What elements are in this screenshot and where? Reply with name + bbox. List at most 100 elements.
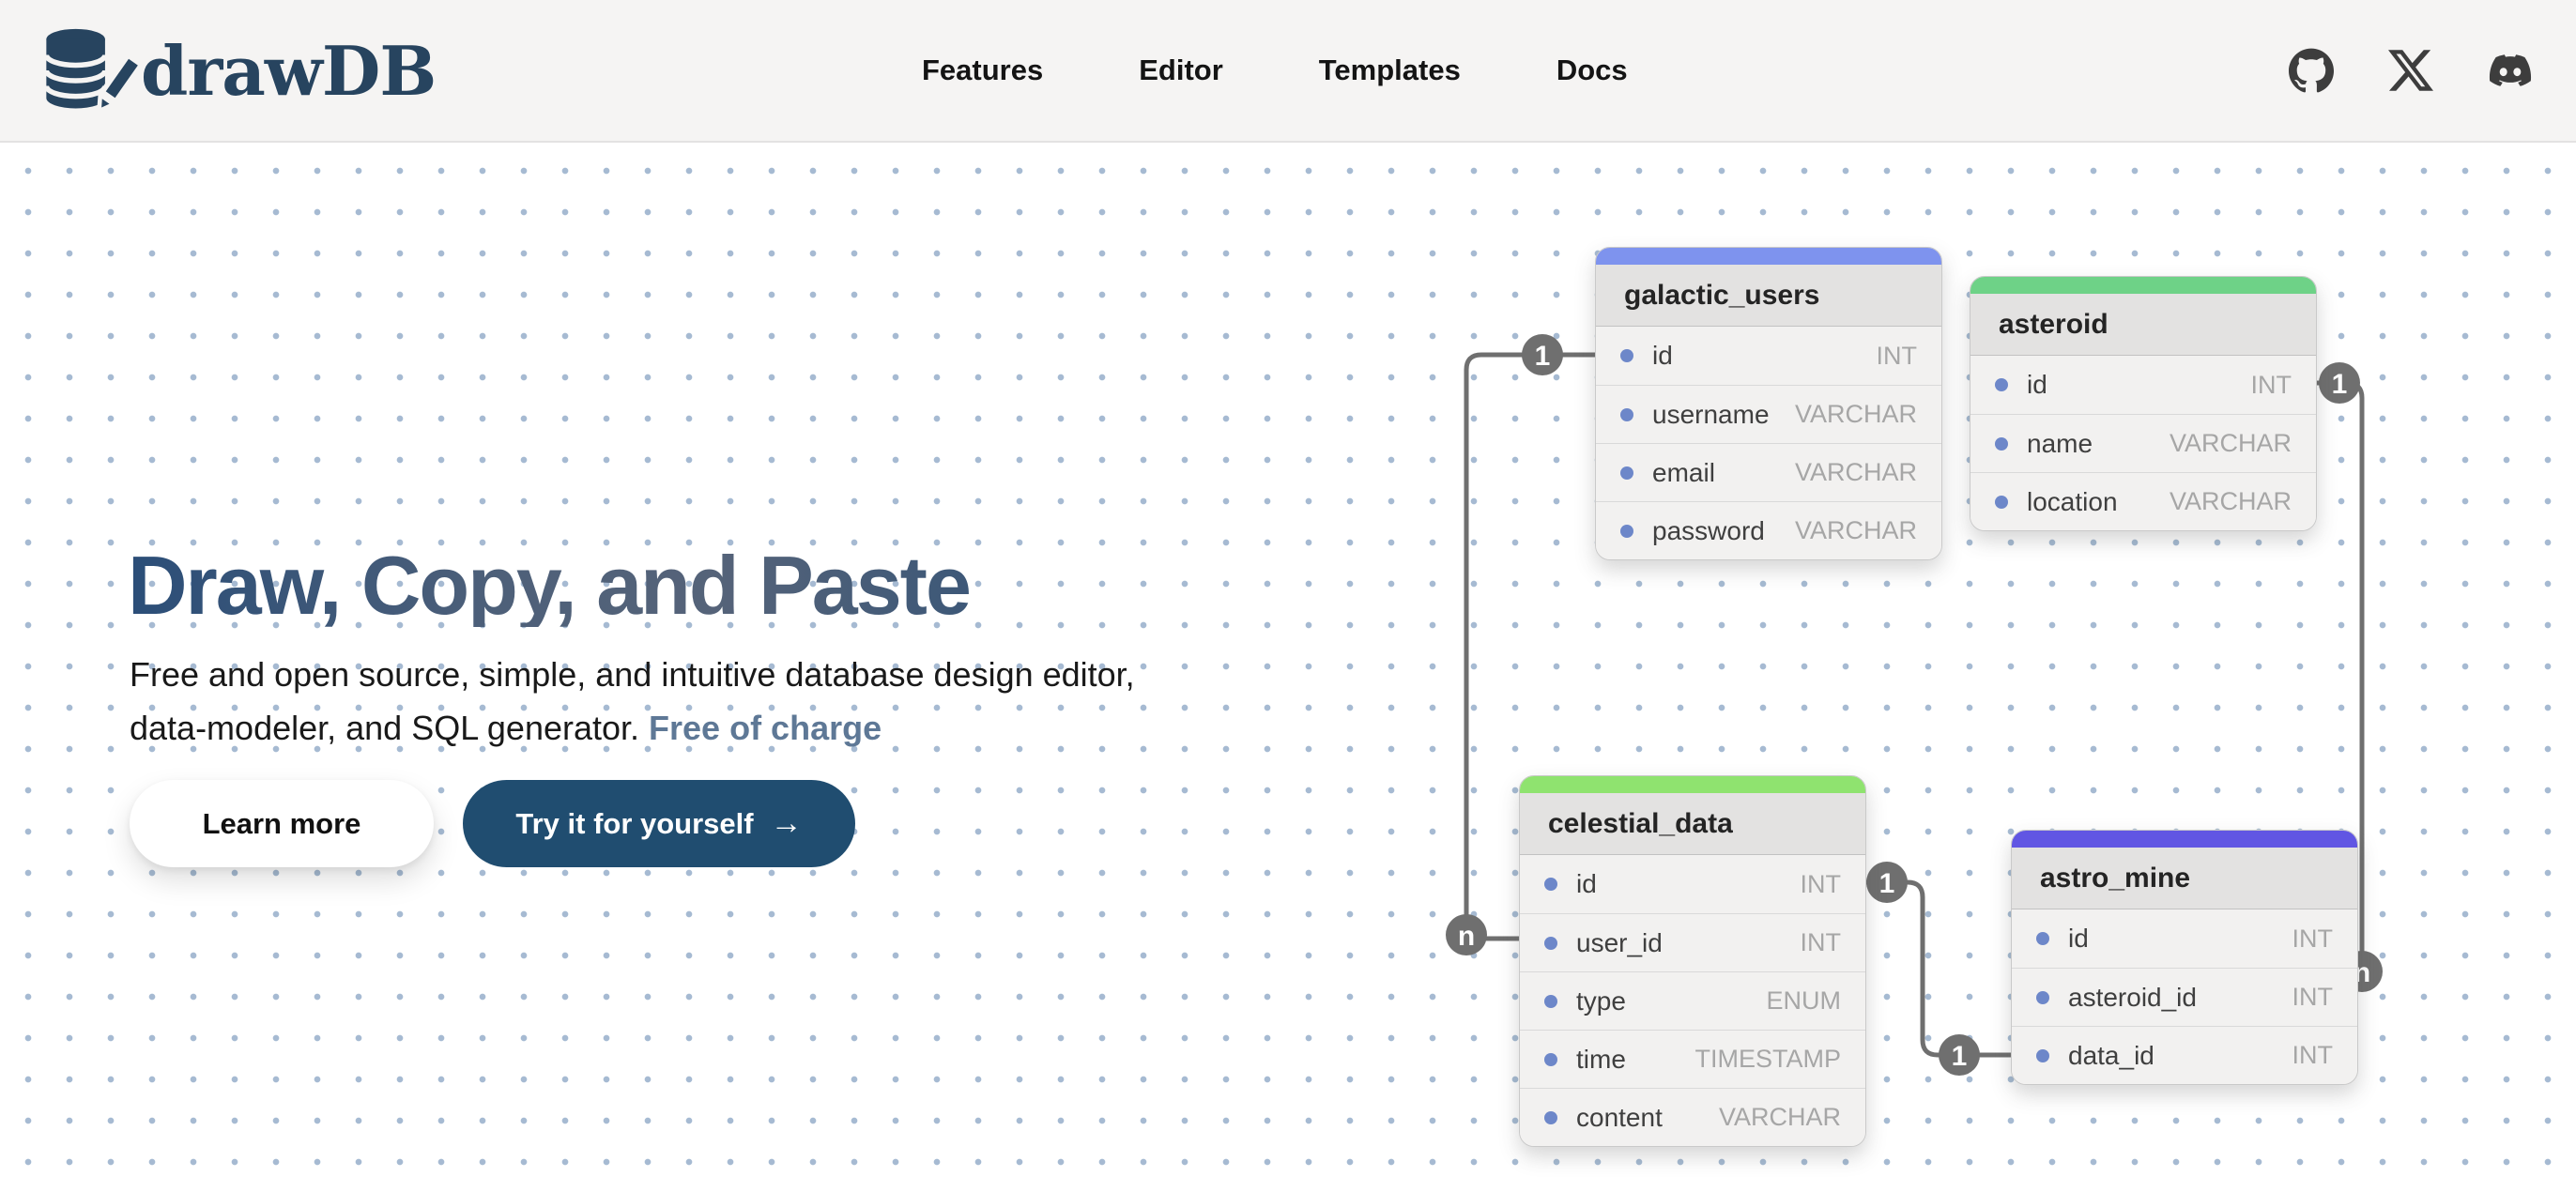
- field-type: INT: [2251, 371, 2292, 400]
- field-dot-icon: [1544, 937, 1557, 950]
- field-dot-icon: [1620, 466, 1633, 480]
- field-dot-icon: [2036, 1049, 2049, 1062]
- svg-text:n: n: [1458, 921, 1475, 952]
- table-name: galactic_users: [1596, 265, 1941, 327]
- github-icon[interactable]: [2289, 48, 2334, 93]
- field-dot-icon: [1544, 878, 1557, 891]
- brand-name: drawDB: [141, 31, 436, 111]
- cardinality-marker: 1: [1522, 334, 1563, 375]
- field-type: VARCHAR: [1795, 400, 1917, 429]
- table-field-row: id INT: [1596, 327, 1941, 385]
- field-type: TIMESTAMP: [1694, 1045, 1841, 1074]
- table-accent-bar: [1520, 776, 1865, 793]
- svg-text:1: 1: [1535, 341, 1551, 372]
- table-field-row: location VARCHAR: [1970, 472, 2316, 530]
- brand-logo[interactable]: drawDB: [39, 0, 436, 141]
- field-type: INT: [1801, 870, 1842, 899]
- field-dot-icon: [2036, 991, 2049, 1004]
- nav-link-features[interactable]: Features: [922, 53, 1043, 87]
- table-card-galactic-users: galactic_users idINTusernameVARCHARemail…: [1595, 247, 1942, 560]
- field-name: content: [1576, 1103, 1663, 1133]
- table-rows: id INT user_id INT type ENUM time TIMESTAMP cont…: [1520, 855, 1865, 1146]
- table-card-asteroid: asteroid id INT name VARCHAR location VARCHAR: [1970, 276, 2317, 531]
- table-field-row: user_id INT: [1520, 913, 1865, 971]
- field-dot-icon: [1620, 525, 1633, 538]
- field-type: INT: [1877, 342, 1918, 371]
- hero-canvas: Draw, Copy, and Paste Free and open sour…: [0, 143, 2576, 1192]
- field-type: VARCHAR: [1795, 458, 1917, 487]
- discord-icon[interactable]: [2488, 48, 2533, 93]
- nav-link-editor[interactable]: Editor: [1139, 53, 1223, 87]
- social-links: [2289, 0, 2533, 141]
- main-nav: Features Editor Templates Docs: [922, 0, 1628, 141]
- field-dot-icon: [1995, 496, 2008, 509]
- field-name: user_id: [1576, 928, 1663, 958]
- table-accent-bar: [1596, 248, 1941, 265]
- field-type: INT: [2292, 925, 2334, 954]
- field-name: username: [1652, 400, 1770, 430]
- field-type: VARCHAR: [1795, 516, 1917, 545]
- field-name: email: [1652, 458, 1715, 488]
- table-field-row: name VARCHAR: [1970, 414, 2316, 472]
- svg-text:1: 1: [1879, 868, 1895, 899]
- svg-text:1: 1: [2332, 369, 2348, 400]
- table-field-row: id INT: [2012, 909, 2357, 968]
- table-accent-bar: [1970, 277, 2316, 294]
- table-field-row: id INT: [1970, 356, 2316, 414]
- table-card-astro-mine: astro_mine id INT asteroid_id INT data_id INT: [2011, 830, 2358, 1085]
- field-dot-icon: [1995, 437, 2008, 451]
- table-field-row: email VARCHAR: [1596, 443, 1941, 501]
- table-name: celestial_data: [1520, 793, 1865, 855]
- field-dot-icon: [2036, 932, 2049, 945]
- table-field-row: asteroid_id INT: [2012, 968, 2357, 1026]
- table-card-celestial-data: celestial_data id INT user_id INT type ENUM ti…: [1519, 775, 1866, 1147]
- field-type: VARCHAR: [1719, 1103, 1841, 1132]
- field-name: asteroid_id: [2068, 983, 2197, 1013]
- field-dot-icon: [1995, 378, 2008, 391]
- table-rows: id INT name VARCHAR location VARCHAR: [1970, 356, 2316, 530]
- table-accent-bar: [2012, 831, 2357, 848]
- table-field-row: username VARCHAR: [1596, 385, 1941, 443]
- field-name: type: [1576, 986, 1626, 1016]
- svg-text:1: 1: [1952, 1041, 1968, 1072]
- cardinality-marker: 1: [2319, 362, 2360, 404]
- field-dot-icon: [1544, 1111, 1557, 1124]
- field-name: id: [2027, 370, 2047, 400]
- field-dot-icon: [1544, 1053, 1557, 1066]
- field-name: location: [2027, 487, 2118, 517]
- table-field-row: passwordVARCHAR: [1596, 501, 1941, 559]
- table-rows: idINTusernameVARCHARemailVARCHARpassword…: [1596, 327, 1941, 559]
- field-type: INT: [1801, 928, 1842, 957]
- cardinality-marker: 1: [1866, 862, 1908, 903]
- cardinality-marker: 1: [1939, 1034, 1980, 1076]
- table-field-row: id INT: [1520, 855, 1865, 913]
- field-name: time: [1576, 1045, 1626, 1075]
- field-dot-icon: [1544, 995, 1557, 1008]
- table-field-row: type ENUM: [1520, 971, 1865, 1030]
- nav-link-docs[interactable]: Docs: [1556, 53, 1628, 87]
- relation-line: [1866, 882, 2011, 1055]
- field-type: INT: [2292, 983, 2334, 1012]
- navbar: drawDB Features Editor Templates Docs: [0, 0, 2576, 143]
- drawdb-logo-icon: [39, 23, 126, 117]
- table-field-row: content VARCHAR: [1520, 1088, 1865, 1146]
- table-name: asteroid: [1970, 294, 2316, 356]
- nav-link-templates[interactable]: Templates: [1319, 53, 1461, 87]
- field-type: ENUM: [1767, 986, 1842, 1016]
- field-name: data_id: [2068, 1041, 2154, 1071]
- table-rows: id INT asteroid_id INT data_id INT: [2012, 909, 2357, 1084]
- x-twitter-icon[interactable]: [2388, 48, 2433, 93]
- field-type: VARCHAR: [2170, 429, 2292, 458]
- field-dot-icon: [1620, 349, 1633, 362]
- table-name: astro_mine: [2012, 848, 2357, 909]
- field-type: VARCHAR: [2170, 487, 2292, 516]
- field-name: id: [1652, 341, 1673, 371]
- table-field-row: time TIMESTAMP: [1520, 1030, 1865, 1088]
- field-type: INT: [2292, 1041, 2334, 1070]
- field-name: id: [1576, 869, 1597, 899]
- cardinality-marker: n: [1446, 914, 1487, 955]
- table-field-row: data_id INT: [2012, 1026, 2357, 1084]
- field-name: id: [2068, 924, 2089, 954]
- field-name: name: [2027, 429, 2093, 459]
- field-dot-icon: [1620, 408, 1633, 421]
